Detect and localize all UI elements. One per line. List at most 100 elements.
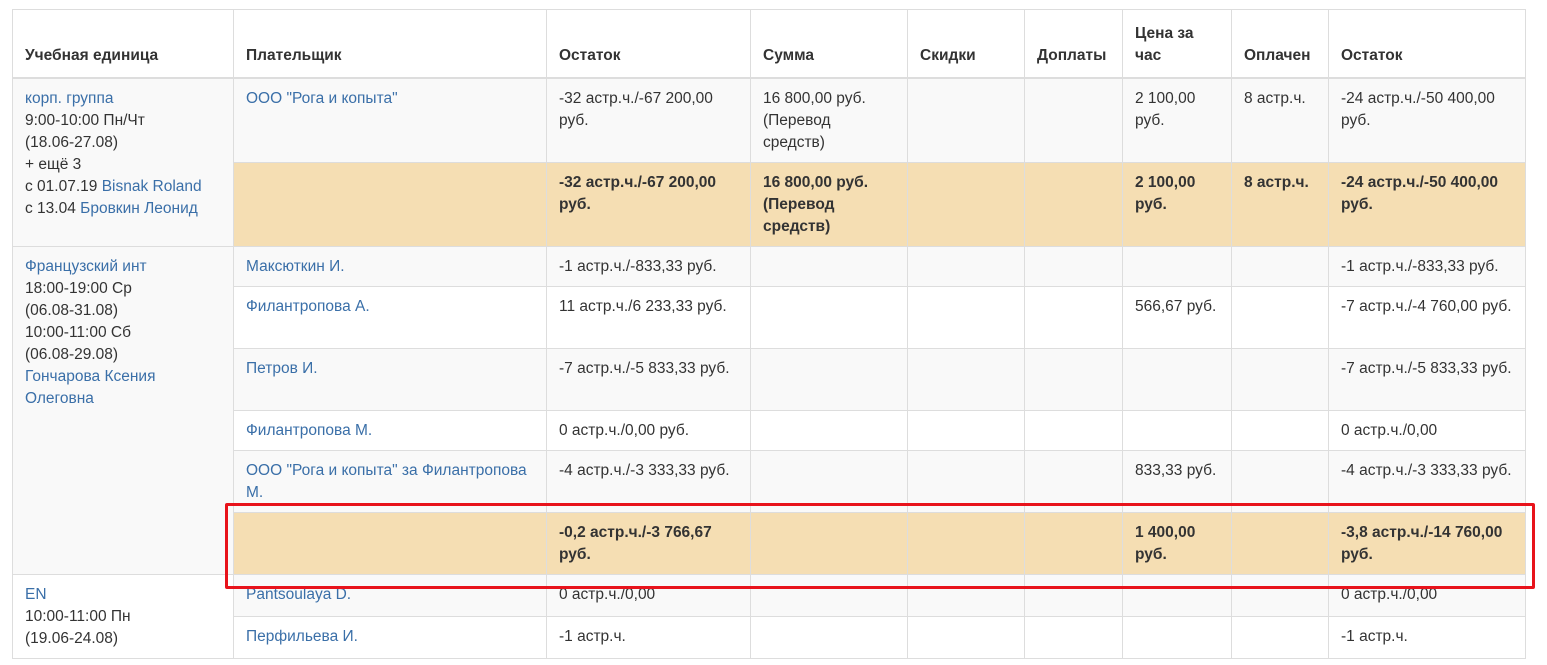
unit-cell-french: Французский инт 18:00-19:00 Ср (06.08-31… (12, 246, 234, 575)
payer-cell: ООО "Рога и копыта" за Филантропова М. (233, 450, 547, 513)
paid-cell (1231, 348, 1329, 411)
unit-cell-en: EN 10:00-11:00 Пн (19.06-24.08) (12, 574, 234, 659)
teacher-link[interactable]: Гончарова Ксения Олеговна (25, 368, 155, 407)
discounts-cell (907, 286, 1025, 349)
payer-link[interactable]: Pantsoulaya D. (246, 586, 351, 603)
balance-start-cell: 11 астр.ч./6 233,33 руб. (546, 286, 751, 349)
unit-schedule-line: 9:00-10:00 Пн/Чт (25, 112, 145, 129)
teacher-since-label: с 01.07.19 (25, 178, 102, 195)
price-cell: 833,33 руб. (1122, 450, 1232, 513)
payer-cell: Максюткин И. (233, 246, 547, 287)
balance-start-cell: -4 астр.ч./-3 333,33 руб. (546, 450, 751, 513)
payer-cell: Филантропова А. (233, 286, 547, 349)
total-sum-cell: 16 800,00 руб. (Перевод средств) (750, 162, 908, 247)
paid-cell (1231, 616, 1329, 659)
col-header-discounts[interactable]: Скидки (907, 9, 1025, 79)
col-header-balance-start[interactable]: Остаток (546, 9, 751, 79)
total-surcharges-cell (1024, 512, 1123, 575)
surcharges-cell (1024, 286, 1123, 349)
price-cell (1122, 616, 1232, 659)
col-header-paid[interactable]: Оплачен (1231, 9, 1329, 79)
balance-end-cell: -7 астр.ч./-5 833,33 руб. (1328, 348, 1526, 411)
sum-cell: 16 800,00 руб. (Перевод средств) (750, 77, 908, 163)
surcharges-cell (1024, 616, 1123, 659)
discounts-cell (907, 574, 1025, 617)
col-header-balance-end[interactable]: Остаток (1328, 9, 1526, 79)
unit-schedule-dates: (18.06-27.08) (25, 134, 119, 151)
balance-end-cell: 0 астр.ч./0,00 (1328, 410, 1526, 451)
payer-cell: Петров И. (233, 348, 547, 411)
surcharges-cell (1024, 348, 1123, 411)
col-header-price-per-hour[interactable]: Цена за час (1122, 9, 1232, 79)
discounts-cell (907, 348, 1025, 411)
payer-link[interactable]: Филантропова А. (246, 298, 370, 315)
payer-link[interactable]: Максюткин И. (246, 258, 345, 275)
total-balance-start-cell: -32 астр.ч./-67 200,00 руб. (546, 162, 751, 247)
sum-cell (750, 246, 908, 287)
unit-schedule-dates: (06.08-29.08) (25, 346, 119, 363)
total-paid-cell (1231, 512, 1329, 575)
table-row: EN 10:00-11:00 Пн (19.06-24.08) Pantsoul… (12, 574, 1526, 659)
balance-end-cell: -1 астр.ч. (1328, 616, 1526, 659)
payer-cell: Филантропова М. (233, 410, 547, 451)
table-row: Перфильева И. -1 астр.ч. -1 астр.ч. (13, 616, 1526, 659)
unit-link[interactable]: корп. группа (25, 90, 113, 107)
col-header-payer[interactable]: Плательщик (233, 9, 547, 79)
paid-cell (1231, 574, 1329, 617)
teacher-link[interactable]: Bisnak Roland (102, 178, 202, 195)
discounts-cell (907, 77, 1025, 163)
col-header-unit[interactable]: Учебная единица (12, 9, 234, 79)
teacher-link[interactable]: Бровкин Леонид (80, 200, 198, 217)
surcharges-cell (1024, 450, 1123, 513)
table-header-row: Учебная единица Плательщик Остаток Сумма… (12, 9, 1526, 79)
price-cell (1122, 348, 1232, 411)
payer-cell: ООО "Рога и копыта" (233, 77, 547, 163)
paid-cell (1231, 410, 1329, 451)
discounts-cell (907, 246, 1025, 287)
total-sum-cell (750, 512, 908, 575)
table-row: Филантропова М. 0 астр.ч./0,00 руб. 0 ас… (13, 410, 1526, 451)
report-table-wrapper: Учебная единица Плательщик Остаток Сумма… (12, 9, 1526, 659)
price-cell (1122, 246, 1232, 287)
payer-link[interactable]: ООО "Рога и копыта" (246, 90, 398, 107)
price-cell (1122, 574, 1232, 617)
price-cell: 566,67 руб. (1122, 286, 1232, 349)
surcharges-cell (1024, 410, 1123, 451)
payer-link[interactable]: Перфильева И. (246, 628, 358, 645)
sum-cell (750, 348, 908, 411)
total-price-cell: 1 400,00 руб. (1122, 512, 1232, 575)
total-discounts-cell (907, 162, 1025, 247)
teacher-since-label: с 13.04 (25, 200, 81, 217)
payer-link[interactable]: Петров И. (246, 360, 318, 377)
col-header-surcharges[interactable]: Доплаты (1024, 9, 1123, 79)
unit-link[interactable]: Французский инт (25, 258, 147, 275)
discounts-cell (907, 410, 1025, 451)
sum-cell (750, 616, 908, 659)
col-header-sum[interactable]: Сумма (750, 9, 908, 79)
payer-link[interactable]: Филантропова М. (246, 422, 372, 439)
unit-schedule-dates: (19.06-24.08) (25, 630, 119, 647)
discounts-cell (907, 616, 1025, 659)
unit-more-schedules: + ещё 3 (25, 156, 82, 173)
paid-cell (1231, 286, 1329, 349)
balance-start-cell: -1 астр.ч./-833,33 руб. (546, 246, 751, 287)
balance-end-cell: -1 астр.ч./-833,33 руб. (1328, 246, 1526, 287)
paid-cell (1231, 246, 1329, 287)
unit-schedule-line: 18:00-19:00 Ср (25, 280, 132, 297)
sum-cell (750, 286, 908, 349)
surcharges-cell (1024, 246, 1123, 287)
discounts-cell (907, 450, 1025, 513)
balance-start-cell: -7 астр.ч./-5 833,33 руб. (546, 348, 751, 411)
total-paid-cell: 8 астр.ч. (1231, 162, 1329, 247)
unit-link[interactable]: EN (25, 586, 47, 603)
table-row: ООО "Рога и копыта" за Филантропова М. -… (13, 450, 1526, 513)
balance-start-cell: -32 астр.ч./-67 200,00 руб. (546, 77, 751, 163)
total-surcharges-cell (1024, 162, 1123, 247)
balance-end-cell: 0 астр.ч./0,00 (1328, 574, 1526, 617)
total-discounts-cell (907, 512, 1025, 575)
surcharges-cell (1024, 574, 1123, 617)
payer-link[interactable]: ООО "Рога и копыта" за Филантропова М. (246, 462, 527, 501)
surcharges-cell (1024, 77, 1123, 163)
table-row: Французский инт 18:00-19:00 Ср (06.08-31… (12, 246, 1526, 575)
balance-start-cell: -1 астр.ч. (546, 616, 751, 659)
